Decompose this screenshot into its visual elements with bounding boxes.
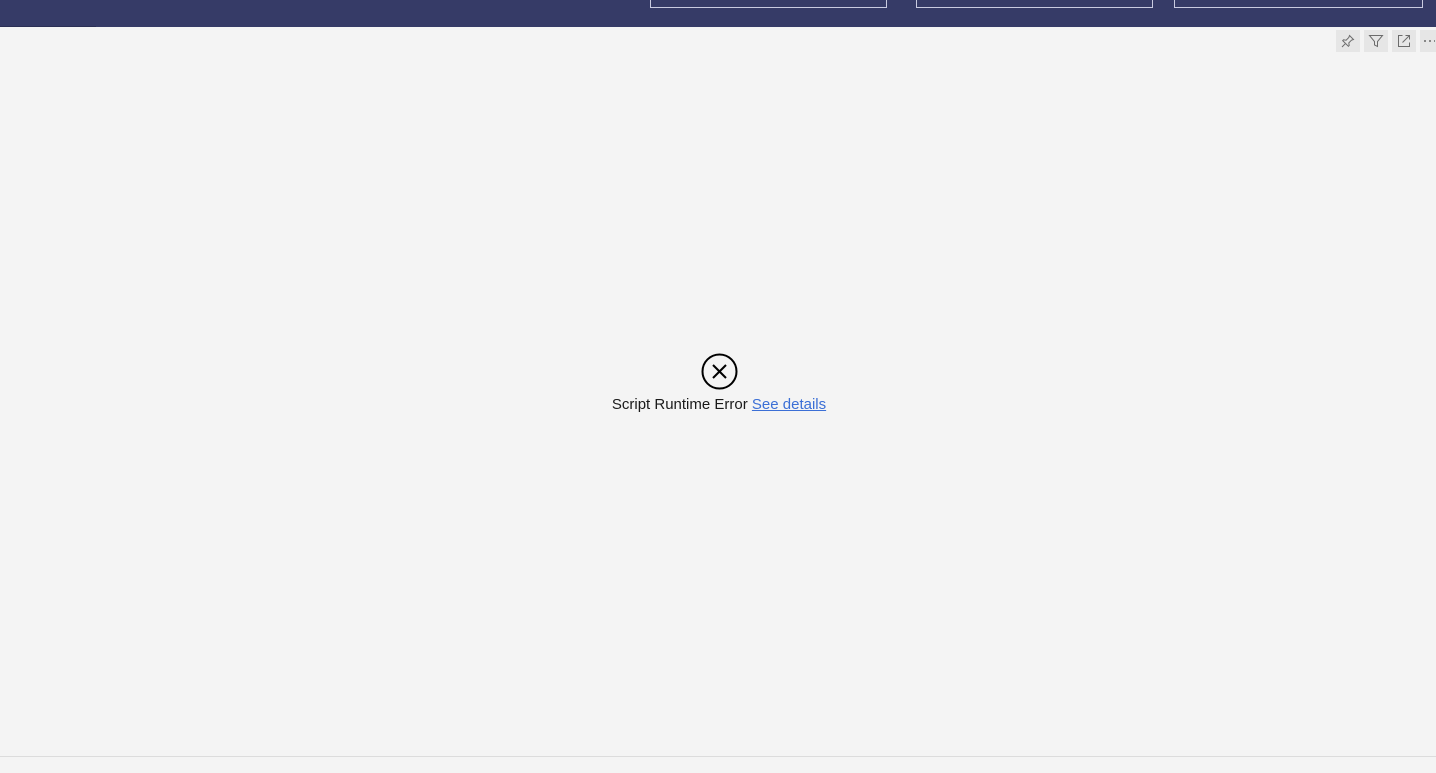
error-message-line: Script Runtime Error See details bbox=[612, 396, 826, 413]
filter-icon bbox=[1368, 33, 1384, 49]
slicer-box-3[interactable] bbox=[1174, 0, 1423, 8]
visual-header bbox=[1336, 30, 1436, 52]
more-options-button[interactable] bbox=[1420, 30, 1436, 52]
focus-mode-icon bbox=[1396, 33, 1412, 49]
slicer-box-1[interactable] bbox=[650, 0, 887, 8]
more-options-icon bbox=[1423, 33, 1435, 49]
see-details-link[interactable]: See details bbox=[752, 396, 826, 413]
error-circle-x-icon bbox=[701, 353, 738, 390]
pin-icon bbox=[1340, 33, 1356, 49]
filter-button[interactable] bbox=[1364, 30, 1388, 52]
error-message: Script Runtime Error bbox=[611, 396, 748, 413]
error-panel: Script Runtime Error See details bbox=[0, 353, 1436, 413]
pin-visual-button[interactable] bbox=[1336, 30, 1360, 52]
report-top-banner bbox=[0, 0, 1436, 27]
focus-mode-button[interactable] bbox=[1392, 30, 1416, 52]
slicer-box-2[interactable] bbox=[916, 0, 1153, 8]
bottom-strip bbox=[0, 757, 1436, 773]
